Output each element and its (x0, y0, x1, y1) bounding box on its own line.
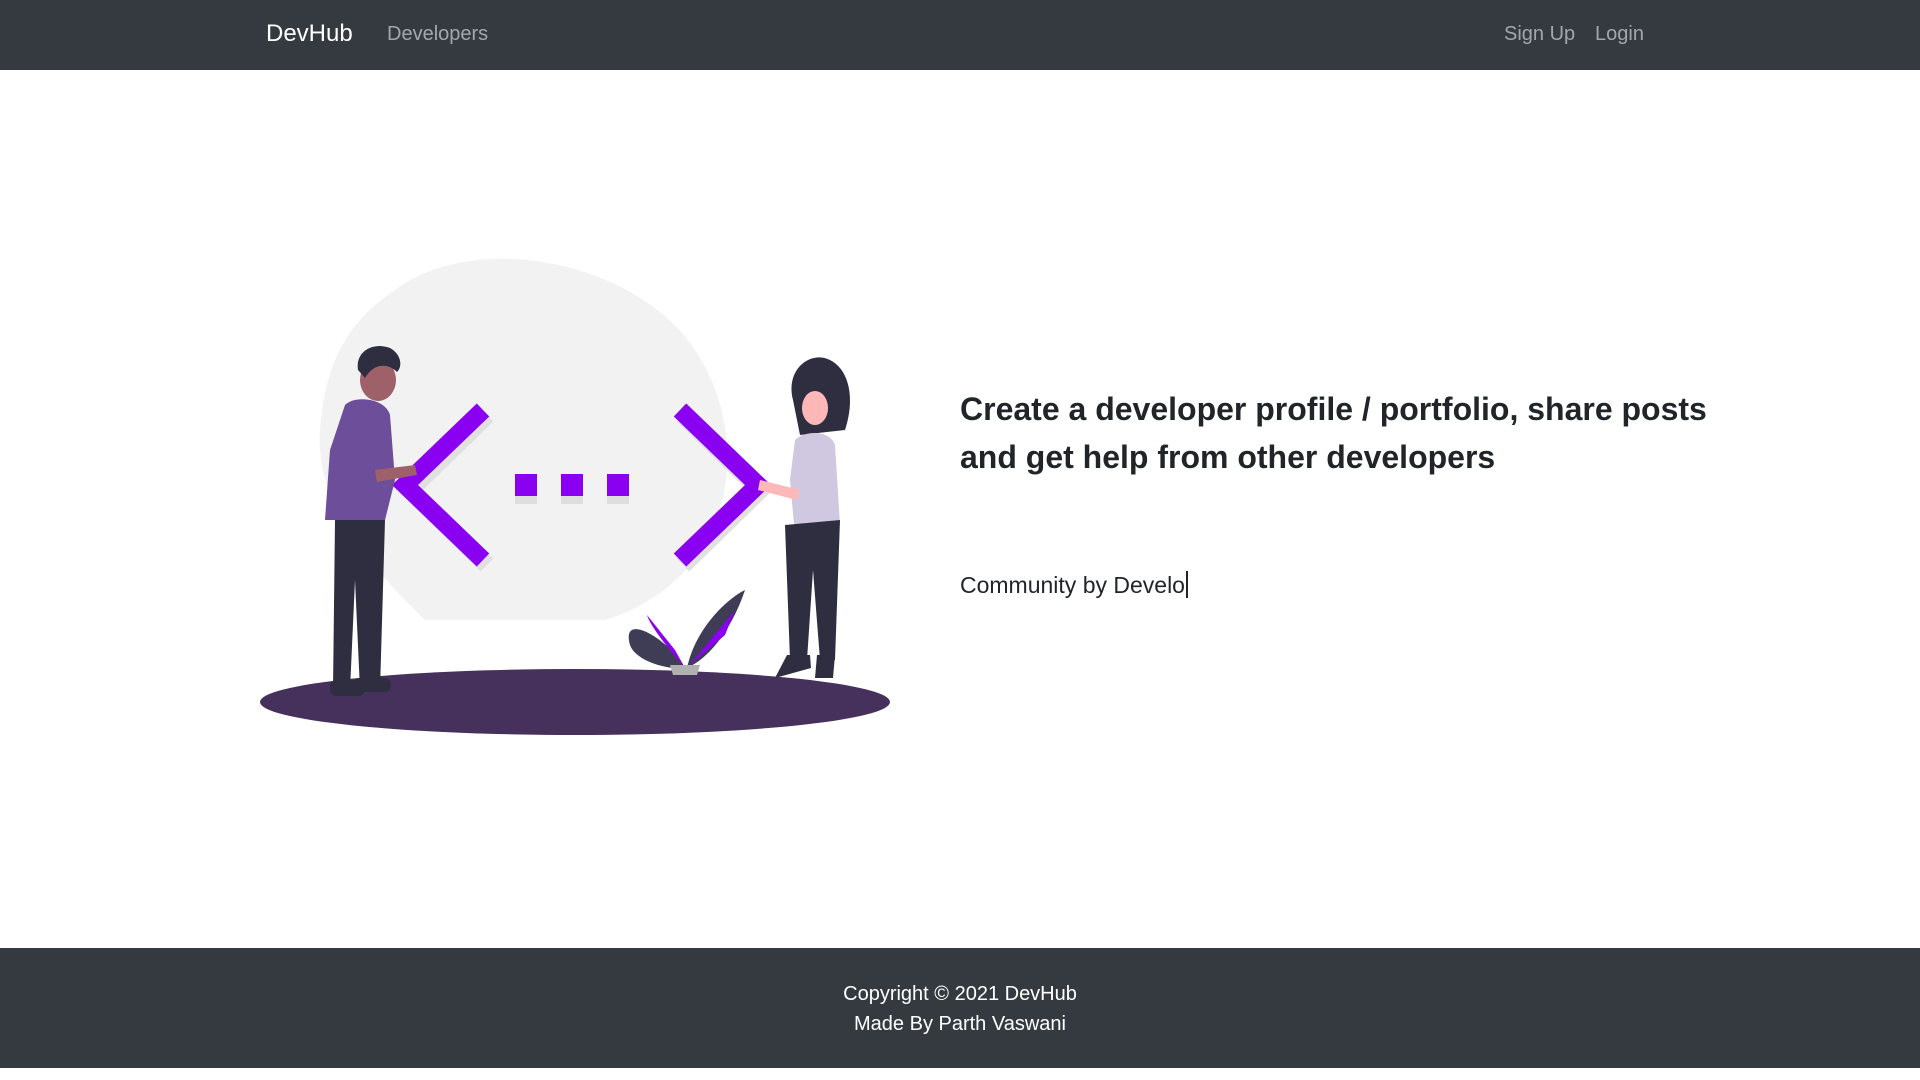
typed-tagline: Community by Develo (960, 570, 1188, 600)
text-cursor (1185, 571, 1188, 598)
hero-illustration (255, 250, 895, 740)
code-collaboration-illustration (260, 258, 890, 735)
page-footer: Copyright © 2021 DevHub Made By Parth Va… (0, 948, 1920, 1068)
footer-copyright: Copyright © 2021 DevHub (843, 983, 1077, 1005)
hero-headline: Create a developer profile / portfolio, … (960, 391, 1707, 475)
nav-login-link[interactable]: Login (1595, 22, 1644, 46)
nav-signup-link[interactable]: Sign Up (1504, 22, 1575, 46)
nav-developers-link[interactable]: Developers (387, 22, 488, 46)
top-navbar: DevHub Developers Sign Up Login (0, 0, 1920, 70)
typed-tagline-text: Community by Develo (960, 572, 1185, 598)
brand-logo-link[interactable]: DevHub (266, 19, 353, 49)
footer-credit: Made By Parth Vaswani (854, 1013, 1066, 1035)
